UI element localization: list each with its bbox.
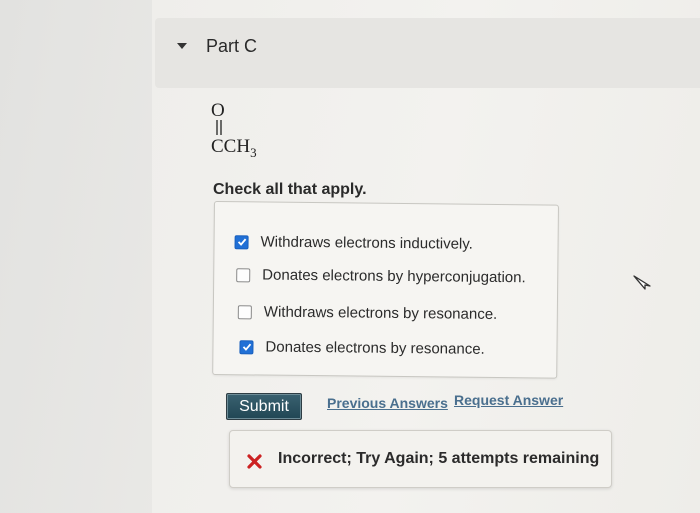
- group-subscript: 3: [250, 145, 257, 160]
- group-main-text: CCH: [211, 136, 251, 157]
- double-bond-icon: [216, 120, 222, 135]
- methyl-carbonyl-group: CCH3: [211, 136, 257, 160]
- options-box: Withdraws electrons inductively. Donates…: [212, 201, 559, 379]
- option-label: Donates electrons by resonance.: [265, 338, 485, 358]
- request-answer-link[interactable]: Request Answer: [454, 392, 563, 408]
- part-title: Part C: [206, 36, 258, 56]
- checkmark-icon: [242, 343, 251, 351]
- checkbox-unchecked[interactable]: [236, 267, 251, 282]
- oxygen-atom: O: [211, 100, 225, 121]
- mouse-pointer-icon: [633, 275, 651, 290]
- checkbox-checked[interactable]: [234, 234, 249, 249]
- option-withdraws-inductively[interactable]: Withdraws electrons inductively.: [234, 233, 473, 253]
- instruction-text: Check all that apply.: [213, 181, 367, 198]
- option-label: Withdraws electrons by resonance.: [263, 303, 498, 323]
- checkbox-checked[interactable]: [239, 339, 254, 354]
- option-donates-hyperconjugation[interactable]: Donates electrons by hyperconjugation.: [236, 266, 526, 286]
- option-label: Donates electrons by hyperconjugation.: [262, 266, 526, 287]
- previous-answers-link[interactable]: Previous Answers: [327, 395, 448, 411]
- feedback-box: Incorrect; Try Again; 5 attempts remaini…: [229, 430, 612, 488]
- collapse-caret-icon[interactable]: [177, 43, 187, 49]
- checkbox-unchecked[interactable]: [237, 304, 252, 319]
- feedback-message: Incorrect; Try Again; 5 attempts remaini…: [278, 450, 600, 467]
- option-label: Withdraws electrons inductively.: [260, 233, 473, 253]
- incorrect-x-icon: [247, 454, 262, 469]
- option-donates-resonance[interactable]: Donates electrons by resonance.: [239, 338, 485, 358]
- option-withdraws-resonance[interactable]: Withdraws electrons by resonance.: [237, 303, 498, 323]
- submit-button[interactable]: Submit: [226, 393, 302, 420]
- checkmark-icon: [237, 238, 246, 246]
